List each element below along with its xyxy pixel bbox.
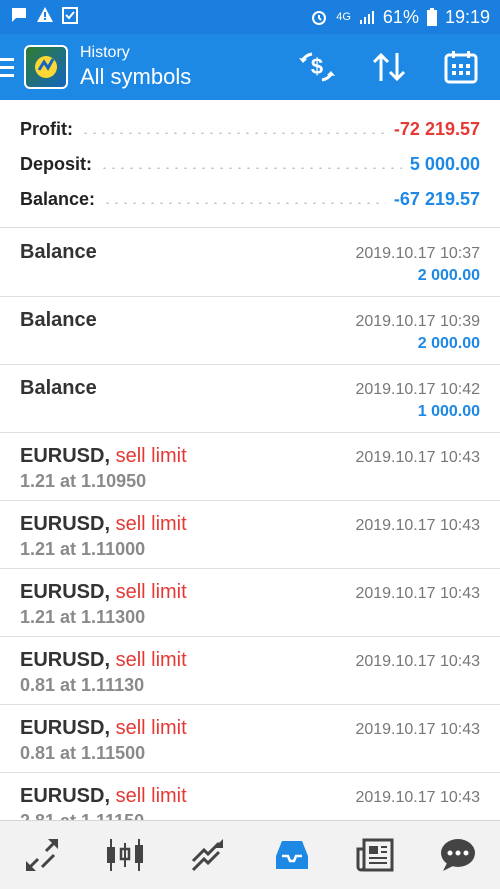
row-amount: 2 000.00 — [417, 335, 480, 352]
task-icon — [62, 6, 78, 29]
battery-icon — [426, 8, 437, 26]
row-operation: sell limit — [110, 445, 187, 467]
deposit-value: 5 000.00 — [409, 154, 480, 174]
bottom-navigation — [0, 820, 500, 889]
list-item[interactable]: EURUSD, sell limit 0.81 at 1.11130 2019.… — [0, 637, 500, 705]
balance-row: Balance: -67 219.57 — [20, 182, 480, 217]
account-summary: Profit: -72 219.57 Deposit: 5 000.00 Bal… — [0, 100, 500, 228]
list-item[interactable]: EURUSD, sell limit 1.21 at 1.10950 2019.… — [0, 433, 500, 501]
balance-label: Balance: — [20, 189, 96, 209]
balance-value: -67 219.57 — [393, 189, 480, 209]
row-operation: sell limit — [110, 785, 187, 807]
list-item[interactable]: EURUSD, sell limit 1.21 at 1.11000 2019.… — [0, 501, 500, 569]
row-amount: 1 000.00 — [417, 403, 480, 420]
network-label: 4G — [336, 11, 351, 23]
list-item[interactable]: Balance 2019.10.17 10:42 1 000.00 — [0, 365, 500, 433]
row-time: 2019.10.17 10:43 — [355, 721, 480, 738]
row-operation: sell limit — [110, 717, 187, 739]
app-bar: History All symbols $ — [0, 34, 500, 100]
row-time: 2019.10.17 10:43 — [355, 449, 480, 466]
row-symbol: EURUSD, — [20, 785, 111, 807]
row-symbol: Balance — [20, 377, 97, 399]
app-logo — [24, 45, 68, 89]
clock: 19:19 — [444, 6, 490, 27]
list-item[interactable]: Balance 2019.10.17 10:39 2 000.00 — [0, 297, 500, 365]
row-details: 0.81 at 1.11500 — [20, 743, 146, 763]
chart-icon[interactable] — [100, 830, 150, 880]
list-item[interactable]: EURUSD, sell limit 1.21 at 1.11300 2019.… — [0, 569, 500, 637]
row-symbol: EURUSD, — [20, 445, 111, 467]
page-subtitle: History — [80, 44, 130, 61]
history-icon[interactable] — [267, 830, 317, 880]
row-details: 0.81 at 1.11130 — [20, 675, 145, 695]
row-operation: sell limit — [110, 513, 187, 535]
svg-text:$: $ — [311, 54, 323, 79]
profit-row: Profit: -72 219.57 — [20, 112, 480, 147]
calendar-icon[interactable] — [436, 42, 486, 92]
profit-value: -72 219.57 — [393, 119, 480, 139]
deposit-label: Deposit: — [20, 154, 92, 174]
deposit-row: Deposit: 5 000.00 — [20, 147, 480, 182]
list-item[interactable]: Balance 2019.10.17 10:37 2 000.00 — [0, 229, 500, 297]
message-icon — [10, 6, 28, 29]
menu-icon[interactable] — [0, 34, 20, 100]
row-time: 2019.10.17 10:43 — [355, 517, 480, 534]
row-symbol: Balance — [20, 309, 97, 331]
battery-percent: 61% — [382, 6, 419, 27]
news-icon[interactable] — [350, 830, 400, 880]
status-bar: 4G 61% 19:19 — [0, 0, 500, 34]
row-symbol: EURUSD, — [20, 717, 111, 739]
signal-icon — [359, 9, 375, 25]
chat-icon[interactable] — [433, 830, 483, 880]
row-time: 2019.10.17 10:43 — [355, 789, 480, 806]
row-operation: sell limit — [110, 581, 187, 603]
row-operation: sell limit — [110, 649, 187, 671]
row-symbol: EURUSD, — [20, 649, 111, 671]
currency-exchange-icon[interactable]: $ — [292, 42, 342, 92]
row-time: 2019.10.17 10:37 — [355, 245, 480, 262]
row-amount: 2 000.00 — [417, 267, 480, 284]
row-details: 1.21 at 1.11000 — [20, 539, 146, 559]
row-time: 2019.10.17 10:43 — [355, 653, 480, 670]
warning-icon — [36, 6, 54, 29]
row-symbol: EURUSD, — [20, 513, 111, 535]
trade-icon[interactable] — [183, 830, 233, 880]
alarm-icon — [310, 8, 328, 26]
quotes-icon[interactable] — [17, 830, 67, 880]
dot-leader — [100, 166, 402, 169]
dot-leader — [81, 131, 386, 134]
row-time: 2019.10.17 10:43 — [355, 585, 480, 602]
dot-leader — [103, 201, 386, 204]
row-symbol: EURUSD, — [20, 581, 111, 603]
profit-label: Profit: — [20, 119, 73, 139]
page-title[interactable]: All symbols — [80, 63, 191, 91]
history-list[interactable]: Balance 2019.10.17 10:37 2 000.00 Balanc… — [0, 229, 500, 841]
list-item[interactable]: EURUSD, sell limit 0.81 at 1.11500 2019.… — [0, 705, 500, 773]
row-details: 1.21 at 1.11300 — [20, 607, 146, 627]
row-symbol: Balance — [20, 241, 97, 263]
row-time: 2019.10.17 10:42 — [355, 381, 480, 398]
sort-icon[interactable] — [364, 42, 414, 92]
row-time: 2019.10.17 10:39 — [355, 313, 480, 330]
row-details: 1.21 at 1.10950 — [20, 471, 147, 491]
